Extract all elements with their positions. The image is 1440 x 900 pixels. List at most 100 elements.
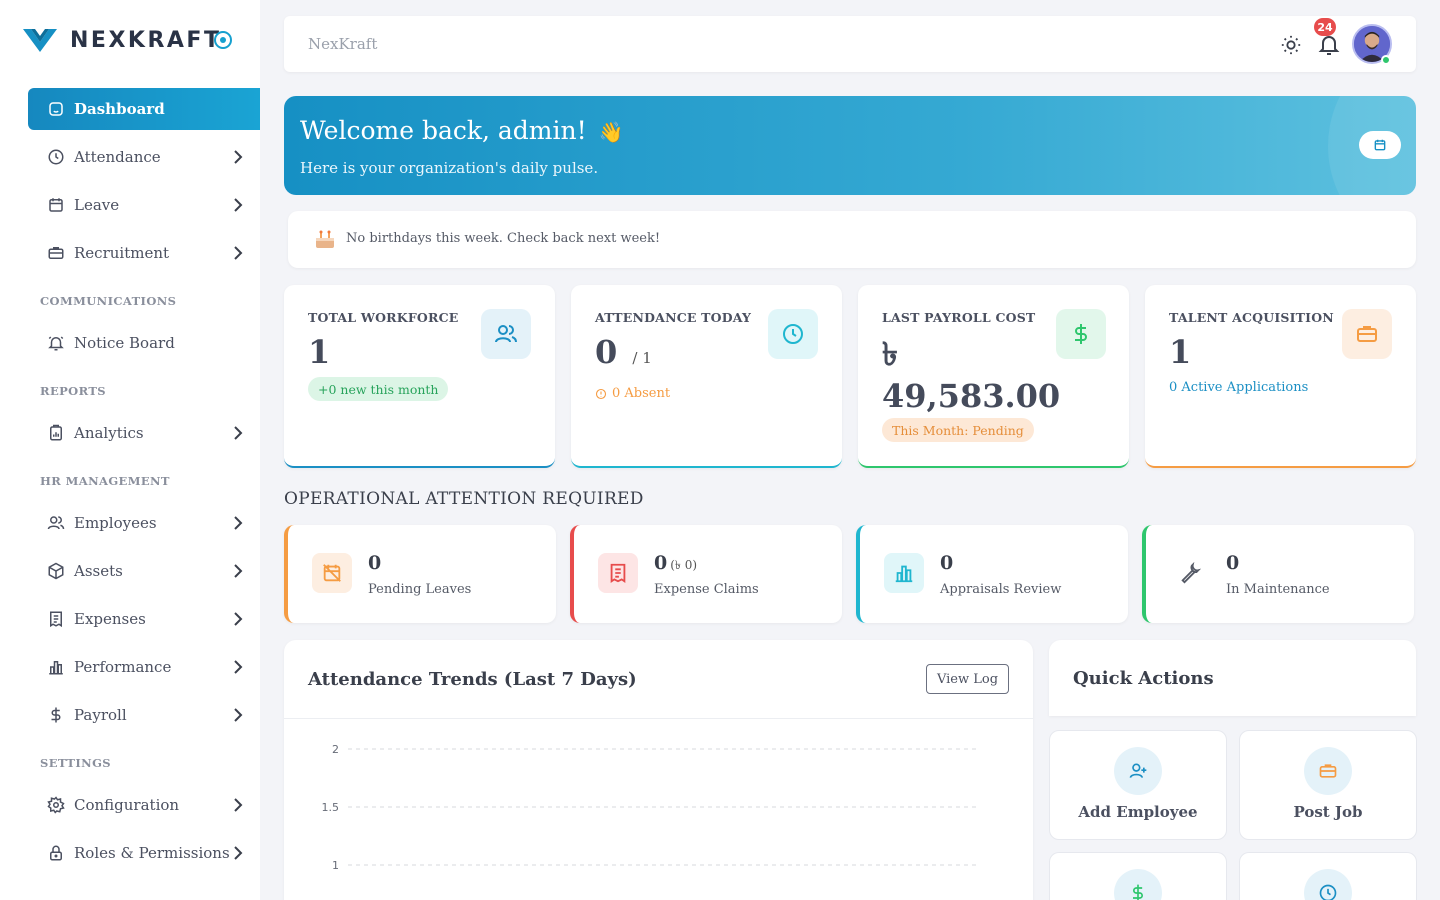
sidebar-item-label: Recruitment (74, 244, 170, 262)
chevron-right-icon (234, 426, 243, 440)
clipboard-chart-icon (46, 423, 66, 443)
sidebar-item-assets[interactable]: Assets (28, 550, 260, 592)
expense-claims-count: 0 (৳ 0) (654, 552, 697, 577)
chevron-right-icon (234, 708, 243, 722)
stat-card-workforce[interactable]: TOTAL WORKFORCE 1 +0 new this month (284, 285, 555, 468)
attention-card-maintenance[interactable]: 0 In Maintenance (1142, 525, 1414, 623)
birthday-notice: No birthdays this week. Check back next … (288, 211, 1416, 268)
birthday-cake-icon (316, 230, 334, 248)
sidebar-item-label: Assets (74, 562, 123, 580)
chevron-right-icon (234, 612, 243, 626)
quick-action-attendance-tile[interactable] (1239, 852, 1417, 900)
expense-claims-value: 0 (654, 552, 668, 574)
sidebar-item-performance[interactable]: Performance (28, 646, 260, 688)
welcome-title: Welcome back, admin! 👋 (300, 116, 624, 145)
nav-section-settings: SETTINGS (40, 756, 111, 770)
info-circle-icon (595, 388, 607, 399)
stat-card-payroll[interactable]: LAST PAYROLL COST ৳ 49,583.00 This Month… (858, 285, 1129, 468)
attendance-trends-card: Attendance Trends (Last 7 Days) View Log… (284, 640, 1033, 900)
sidebar-item-recruitment[interactable]: Recruitment (28, 232, 260, 274)
calendar-icon (46, 195, 66, 215)
chevron-right-icon (234, 564, 243, 578)
bell-icon (46, 333, 66, 353)
birthday-message: No birthdays this week. Check back next … (346, 231, 661, 246)
post-job-label: Post Job (1293, 803, 1363, 821)
receipt-icon (598, 553, 638, 593)
absent-count: 0 Absent (595, 386, 670, 401)
add-employee-button[interactable]: Add Employee (1049, 730, 1227, 840)
sidebar-item-leave[interactable]: Leave (28, 184, 260, 226)
dollar-icon (1114, 869, 1162, 900)
sidebar-item-payroll[interactable]: Payroll (28, 694, 260, 736)
nav-section-communications: COMMUNICATIONS (40, 294, 177, 308)
sidebar-item-expenses[interactable]: Expenses (28, 598, 260, 640)
clock-icon (768, 309, 818, 359)
chevron-right-icon (234, 150, 243, 164)
sidebar-item-employees[interactable]: Employees (28, 502, 260, 544)
currency-symbol: ৳ (882, 335, 898, 373)
attendance-chart-title: Attendance Trends (Last 7 Days) (308, 669, 637, 690)
sidebar-item-label: Leave (74, 196, 120, 214)
attendance-trend-chart: 21.51 (322, 743, 978, 872)
view-log-button[interactable]: View Log (926, 664, 1009, 694)
nav-section-reports: REPORTS (40, 384, 107, 398)
sidebar-toggle-icon[interactable] (214, 31, 232, 49)
maintenance-count: 0 (1226, 552, 1240, 574)
receipt-icon (46, 609, 66, 629)
app-logo[interactable]: NEXKRAFT (22, 24, 221, 56)
attendance-present-count: 0 (595, 333, 618, 371)
sidebar-item-dashboard[interactable]: Dashboard (28, 88, 260, 130)
sidebar-item-label: Roles & Permissions (74, 844, 230, 862)
user-plus-icon (1114, 747, 1162, 795)
stat-card-talent[interactable]: TALENT ACQUISITION 1 0 Active Applicatio… (1145, 285, 1416, 468)
users-icon (481, 309, 531, 359)
sidebar-item-analytics[interactable]: Analytics (28, 412, 260, 454)
sidebar-item-attendance[interactable]: Attendance (28, 136, 260, 178)
payroll-status-pill: This Month: Pending (882, 418, 1034, 442)
quick-actions-header: Quick Actions (1049, 640, 1416, 716)
active-applications-link[interactable]: 0 Active Applications (1169, 380, 1308, 395)
theme-toggle-icon[interactable] (1280, 34, 1302, 56)
calendar-icon (1374, 139, 1386, 151)
pending-leaves-label: Pending Leaves (368, 582, 472, 597)
welcome-subtitle: Here is your organization's daily pulse. (300, 159, 599, 177)
wave-emoji-icon: 👋 (598, 120, 624, 144)
absent-text: 0 Absent (612, 386, 671, 401)
logo-mark-icon (23, 29, 57, 52)
bar-chart-icon (884, 553, 924, 593)
sidebar: NEXKRAFT Dashboard Attendance Leave Recr… (0, 0, 260, 900)
dollar-icon (46, 705, 66, 725)
attention-section-title: OPERATIONAL ATTENTION REQUIRED (284, 489, 644, 509)
sidebar-item-roles[interactable]: Roles & Permissions (28, 832, 260, 874)
chevron-right-icon (234, 798, 243, 812)
calendar-button[interactable] (1359, 131, 1401, 159)
box-icon (46, 561, 66, 581)
briefcase-icon (1342, 309, 1392, 359)
sidebar-item-label: Notice Board (74, 334, 175, 352)
attention-card-claims[interactable]: 0 (৳ 0) Expense Claims (570, 525, 842, 623)
stat-value: 0 / 1 (595, 333, 652, 371)
breadcrumb[interactable]: NexKraft (308, 35, 377, 53)
attention-card-appraisals[interactable]: 0 Appraisals Review (856, 525, 1128, 623)
sidebar-item-label: Performance (74, 658, 172, 676)
expense-claims-label: Expense Claims (654, 582, 759, 597)
sidebar-nav: Dashboard Attendance Leave Recruitment C… (0, 88, 260, 880)
online-status-dot (1381, 55, 1391, 65)
sidebar-item-label: Employees (74, 514, 157, 532)
chart-y-tick-label: 2 (332, 743, 339, 756)
sidebar-item-configuration[interactable]: Configuration (28, 784, 260, 826)
app-name: NEXKRAFT (70, 27, 222, 53)
quick-action-payroll-tile[interactable] (1049, 852, 1227, 900)
home-icon (46, 99, 66, 119)
welcome-title-text: Welcome back, admin! (300, 116, 587, 145)
post-job-button[interactable]: Post Job (1239, 730, 1417, 840)
attention-card-leaves[interactable]: 0 Pending Leaves (284, 525, 556, 623)
stat-label: LAST PAYROLL COST (882, 310, 1036, 325)
sidebar-item-notice-board[interactable]: Notice Board (28, 322, 260, 364)
stat-value: ৳ 49,583.00 (882, 333, 1060, 417)
sidebar-item-label: Configuration (74, 796, 180, 814)
gear-icon (46, 795, 66, 815)
nav-section-hr-management: HR MANAGEMENT (40, 474, 170, 488)
stat-value: 1 (1169, 333, 1192, 371)
stat-card-attendance[interactable]: ATTENDANCE TODAY 0 / 1 0 Absent (571, 285, 842, 468)
